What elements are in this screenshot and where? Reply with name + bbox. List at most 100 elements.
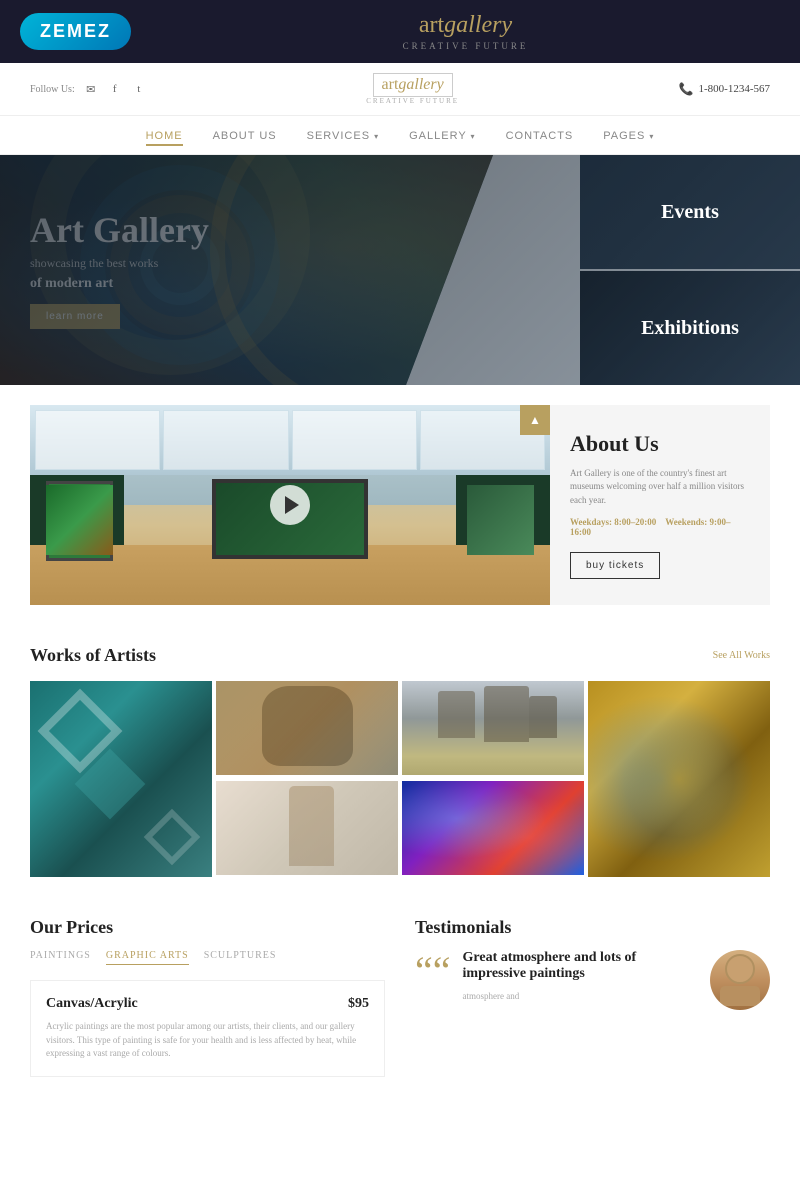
logo-art: art (419, 12, 444, 38)
work-item-figure[interactable] (216, 781, 398, 877)
ceiling-panel (292, 410, 417, 470)
facebook-icon[interactable]: f (107, 81, 123, 97)
testimonial-body: atmosphere and (463, 990, 698, 1004)
about-description: Art Gallery is one of the country's fine… (570, 467, 750, 508)
price-description: Acrylic paintings are the most popular a… (46, 1020, 369, 1061)
twitter-icon[interactable]: t (131, 81, 147, 97)
about-text-panel: About Us Art Gallery is one of the count… (550, 405, 770, 605)
nav-item-pages[interactable]: PAGES ▾ (603, 126, 654, 144)
work-item-butterfly[interactable] (588, 681, 770, 877)
nav-item-home[interactable]: HOME (146, 126, 183, 144)
price-tabs: PAINTINGS GRAPHIC ARTS SCULPTURES (30, 950, 385, 965)
weekdays-hours: 8:00–20:00 (614, 517, 656, 527)
work-item-street[interactable] (402, 681, 584, 777)
banner-logo-text: artgallery (403, 12, 529, 39)
price-card-header: Canvas/Acrylic $95 (46, 996, 369, 1012)
works-section: Works of Artists See All Works (0, 625, 800, 897)
avatar-shoulders (720, 986, 760, 1006)
tab-sculptures[interactable]: SCULPTURES (204, 950, 277, 965)
about-hours: Weekdays: 8:00–20:00 Weekends: 9:00–16:0… (570, 517, 750, 537)
work-item-teal[interactable] (30, 681, 212, 877)
testimonial-avatar (710, 950, 770, 1010)
hero-events-panel[interactable]: Events (580, 155, 800, 271)
hero-exhibitions-panel[interactable]: Exhibitions (580, 271, 800, 385)
buy-tickets-button[interactable]: buy tickets (570, 552, 660, 579)
works-grid (30, 681, 770, 877)
hero-section: Art Gallery showcasing the best works of… (0, 155, 800, 385)
nav-item-gallery[interactable]: GALLERY ▾ (409, 126, 475, 144)
email-icon[interactable]: ✉ (83, 81, 99, 97)
phone-number: 1-800-1234-567 (699, 83, 771, 95)
logo-gallery-small: gallery (398, 76, 443, 93)
see-all-works-link[interactable]: See All Works (713, 650, 770, 661)
prices-title: Our Prices (30, 917, 385, 938)
nav-link-home[interactable]: HOME (146, 130, 183, 146)
ceiling-panel (35, 410, 160, 470)
art-street-bg (402, 681, 584, 775)
butterfly-gold (624, 720, 733, 838)
tab-graphic-arts[interactable]: GRAPHIC ARTS (106, 950, 189, 965)
art-butterfly-bg (588, 681, 770, 877)
phone-area: 📞 1-800-1234-567 (679, 82, 770, 97)
teal-art (30, 681, 212, 877)
works-title: Works of Artists (30, 645, 156, 666)
diamond-shape-2 (144, 809, 201, 866)
gallery-arrow: ▾ (471, 132, 476, 141)
about-section: ▲ About Us Art Gallery is one of the cou… (30, 405, 770, 605)
price-card: Canvas/Acrylic $95 Acrylic paintings are… (30, 980, 385, 1077)
bottom-section: Our Prices PAINTINGS GRAPHIC ARTS SCULPT… (0, 897, 800, 1097)
artwork-1-inner (46, 485, 114, 555)
nav-link-services[interactable]: SERVICES ▾ (307, 130, 380, 142)
top-bar-logo: artgallery CREATIVE FUTURE (366, 73, 459, 105)
price-name: Canvas/Acrylic (46, 996, 138, 1012)
logo-art-small: art (382, 76, 399, 93)
navigation: HOME ABOUT US SERVICES ▾ GALLERY ▾ CONTA… (0, 116, 800, 155)
art-figure-bg (216, 781, 398, 875)
art-portrait-bg (216, 681, 398, 775)
nav-link-contacts[interactable]: CONTACTS (506, 130, 574, 142)
follow-us-label: Follow Us: (30, 84, 75, 95)
logo-gallery: gallery (444, 12, 512, 38)
nav-link-about[interactable]: ABOUT US (213, 130, 277, 142)
nav-item-about[interactable]: ABOUT US (213, 126, 277, 144)
nav-link-gallery[interactable]: GALLERY ▾ (409, 130, 475, 142)
play-button[interactable] (270, 485, 310, 525)
testimonial-text: Great atmosphere and lots of impressive … (463, 950, 698, 1004)
ceiling-panel (163, 410, 288, 470)
about-title: About Us (570, 431, 750, 457)
quote-mark: ““ (415, 955, 451, 987)
artwork-2 (467, 485, 535, 555)
testimonials-section: Testimonials ““ Great atmosphere and lot… (415, 917, 770, 1077)
abstract-overlay (402, 781, 584, 875)
art-abstract-bg (402, 781, 584, 875)
events-label: Events (661, 201, 719, 224)
phone-icon: 📞 (679, 82, 694, 97)
work-item-portrait[interactable] (216, 681, 398, 777)
works-header: Works of Artists See All Works (30, 645, 770, 666)
banner-tagline: CREATIVE FUTURE (403, 41, 529, 51)
ceiling-panels (30, 405, 550, 475)
nav-item-contacts[interactable]: CONTACTS (506, 126, 574, 144)
art-teal-bg (30, 681, 212, 877)
nav-item-services[interactable]: SERVICES ▾ (307, 126, 380, 144)
portrait-overlay (216, 681, 398, 775)
scroll-up-button[interactable]: ▲ (520, 405, 550, 435)
avatar-face (710, 950, 770, 1010)
about-video-wrapper: ▲ (30, 405, 550, 605)
banner-logo: artgallery CREATIVE FUTURE (403, 12, 529, 51)
work-item-abstract[interactable] (402, 781, 584, 877)
building-2 (484, 686, 530, 742)
tab-paintings[interactable]: PAINTINGS (30, 950, 91, 965)
nav-link-pages[interactable]: PAGES ▾ (603, 130, 654, 142)
zemez-logo[interactable]: ZEMEZ (20, 13, 131, 50)
figure-shape (289, 786, 335, 866)
follow-us: Follow Us: ✉ f t (30, 81, 147, 97)
weekdays-label: Weekdays: (570, 517, 612, 527)
pages-arrow: ▾ (649, 132, 654, 141)
building-1 (438, 691, 474, 738)
building-3 (529, 696, 556, 738)
services-arrow: ▾ (374, 132, 379, 141)
main-logo[interactable]: artgallery (373, 73, 453, 97)
testimonials-title: Testimonials (415, 917, 770, 938)
weekends-label: Weekends: (665, 517, 707, 527)
